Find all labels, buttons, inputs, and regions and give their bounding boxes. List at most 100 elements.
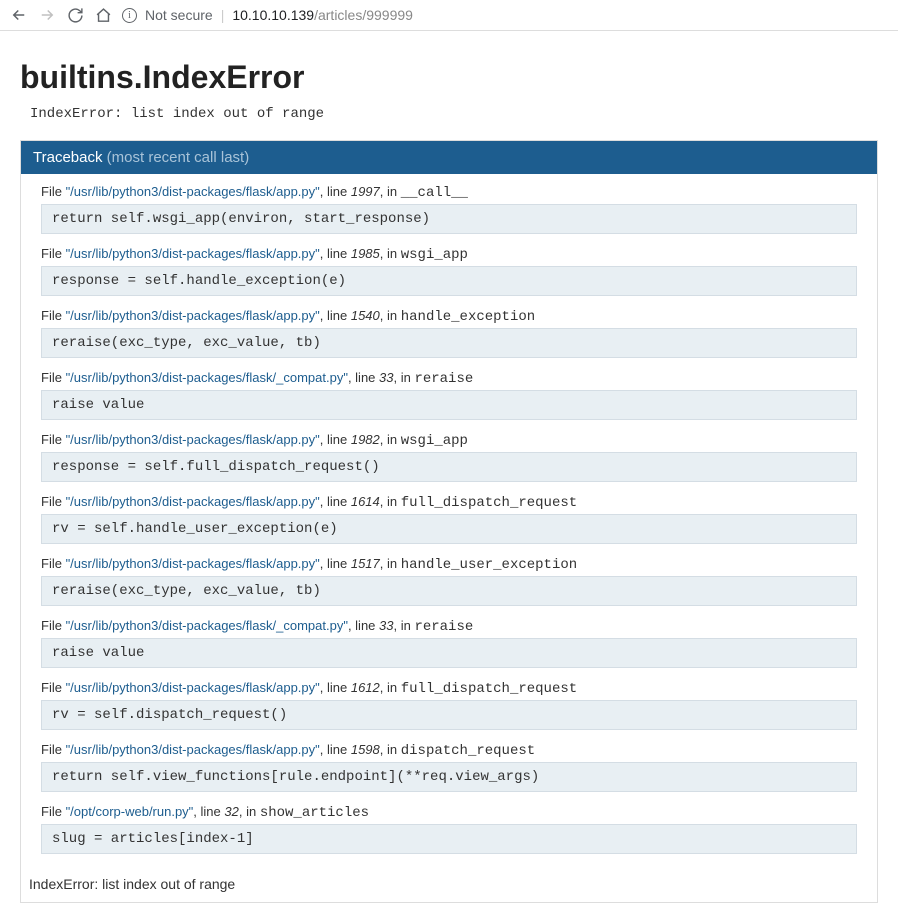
file-label: File xyxy=(41,184,66,199)
file-path: "/usr/lib/python3/dist-packages/flask/ap… xyxy=(66,680,320,695)
traceback-frame[interactable]: File "/usr/lib/python3/dist-packages/fla… xyxy=(41,370,857,420)
file-label: File xyxy=(41,680,66,695)
traceback-frame[interactable]: File "/usr/lib/python3/dist-packages/fla… xyxy=(41,494,857,544)
back-button[interactable] xyxy=(10,6,28,24)
in-label: , in xyxy=(380,680,401,695)
file-label: File xyxy=(41,370,66,385)
traceback-frame[interactable]: File "/usr/lib/python3/dist-packages/fla… xyxy=(41,556,857,606)
file-path: "/usr/lib/python3/dist-packages/flask/ap… xyxy=(66,308,320,323)
line-number: 1997 xyxy=(351,184,380,199)
in-label: , in xyxy=(380,246,401,261)
line-number: 32 xyxy=(224,804,238,819)
file-path: "/usr/lib/python3/dist-packages/flask/ap… xyxy=(66,184,320,199)
in-label: , in xyxy=(393,618,414,633)
file-label: File xyxy=(41,494,66,509)
traceback-frame[interactable]: File "/usr/lib/python3/dist-packages/fla… xyxy=(41,308,857,358)
frame-location: File "/usr/lib/python3/dist-packages/fla… xyxy=(41,184,857,201)
line-label: , line xyxy=(320,246,351,261)
line-number: 33 xyxy=(379,370,393,385)
line-number: 33 xyxy=(379,618,393,633)
in-label: , in xyxy=(239,804,260,819)
line-number: 1612 xyxy=(351,680,380,695)
url-text: 10.10.10.139/articles/999999 xyxy=(232,7,413,23)
line-label: , line xyxy=(320,742,351,757)
file-label: File xyxy=(41,308,66,323)
traceback-frame[interactable]: File "/usr/lib/python3/dist-packages/fla… xyxy=(41,618,857,668)
reload-button[interactable] xyxy=(66,6,84,24)
line-label: , line xyxy=(193,804,224,819)
file-label: File xyxy=(41,556,66,571)
frame-code: reraise(exc_type, exc_value, tb) xyxy=(41,576,857,606)
home-button[interactable] xyxy=(94,6,112,24)
function-name: wsgi_app xyxy=(401,433,468,449)
frame-location: File "/usr/lib/python3/dist-packages/fla… xyxy=(41,742,857,759)
in-label: , in xyxy=(393,370,414,385)
in-label: , in xyxy=(380,432,401,447)
line-label: , line xyxy=(348,370,379,385)
info-icon: i xyxy=(122,8,137,23)
line-number: 1540 xyxy=(351,308,380,323)
function-name: wsgi_app xyxy=(401,247,468,263)
in-label: , in xyxy=(380,742,401,757)
traceback-final-error: IndexError: list index out of range xyxy=(21,866,877,902)
url-path: /articles/999999 xyxy=(314,7,413,23)
page-content: builtins.IndexError IndexError: list ind… xyxy=(0,31,898,923)
line-number: 1614 xyxy=(351,494,380,509)
frame-code: rv = self.handle_user_exception(e) xyxy=(41,514,857,544)
traceback-frames: File "/usr/lib/python3/dist-packages/fla… xyxy=(21,174,877,854)
forward-button[interactable] xyxy=(38,6,56,24)
file-label: File xyxy=(41,432,66,447)
function-name: reraise xyxy=(414,371,473,387)
traceback-header-sub: (most recent call last) xyxy=(107,149,250,166)
function-name: full_dispatch_request xyxy=(401,495,577,511)
traceback-frame[interactable]: File "/usr/lib/python3/dist-packages/fla… xyxy=(41,742,857,792)
frame-location: File "/usr/lib/python3/dist-packages/fla… xyxy=(41,308,857,325)
line-label: , line xyxy=(320,308,351,323)
function-name: handle_user_exception xyxy=(401,557,577,573)
traceback-frame[interactable]: File "/usr/lib/python3/dist-packages/fla… xyxy=(41,246,857,296)
frame-location: File "/usr/lib/python3/dist-packages/fla… xyxy=(41,432,857,449)
not-secure-label: Not secure xyxy=(145,7,213,23)
traceback-frame[interactable]: File "/usr/lib/python3/dist-packages/fla… xyxy=(41,432,857,482)
frame-code: reraise(exc_type, exc_value, tb) xyxy=(41,328,857,358)
traceback-frame[interactable]: File "/opt/corp-web/run.py", line 32, in… xyxy=(41,804,857,854)
traceback-frame[interactable]: File "/usr/lib/python3/dist-packages/fla… xyxy=(41,680,857,730)
file-label: File xyxy=(41,804,66,819)
frame-location: File "/opt/corp-web/run.py", line 32, in… xyxy=(41,804,857,821)
frame-code: raise value xyxy=(41,390,857,420)
traceback-frame[interactable]: File "/usr/lib/python3/dist-packages/fla… xyxy=(41,184,857,234)
address-bar[interactable]: i Not secure | 10.10.10.139/articles/999… xyxy=(122,7,888,23)
in-label: , in xyxy=(380,494,401,509)
error-message: IndexError: list index out of range xyxy=(30,106,878,122)
traceback-header-label: Traceback xyxy=(33,149,102,166)
function-name: full_dispatch_request xyxy=(401,681,577,697)
function-name: __call__ xyxy=(401,185,468,201)
file-label: File xyxy=(41,246,66,261)
frame-code: response = self.handle_exception(e) xyxy=(41,266,857,296)
file-path: "/usr/lib/python3/dist-packages/flask/ap… xyxy=(66,556,320,571)
frame-location: File "/usr/lib/python3/dist-packages/fla… xyxy=(41,556,857,573)
frame-location: File "/usr/lib/python3/dist-packages/fla… xyxy=(41,494,857,511)
line-label: , line xyxy=(348,618,379,633)
frame-code: response = self.full_dispatch_request() xyxy=(41,452,857,482)
line-label: , line xyxy=(320,432,351,447)
frame-code: slug = articles[index-1] xyxy=(41,824,857,854)
function-name: show_articles xyxy=(260,805,369,821)
line-number: 1598 xyxy=(351,742,380,757)
traceback-header: Traceback (most recent call last) xyxy=(21,141,877,174)
error-title: builtins.IndexError xyxy=(20,59,878,96)
file-path: "/opt/corp-web/run.py" xyxy=(66,804,194,819)
frame-location: File "/usr/lib/python3/dist-packages/fla… xyxy=(41,618,857,635)
frame-code: rv = self.dispatch_request() xyxy=(41,700,857,730)
line-label: , line xyxy=(320,680,351,695)
file-label: File xyxy=(41,742,66,757)
file-path: "/usr/lib/python3/dist-packages/flask/_c… xyxy=(66,618,348,633)
frame-code: raise value xyxy=(41,638,857,668)
browser-toolbar: i Not secure | 10.10.10.139/articles/999… xyxy=(0,0,898,31)
function-name: reraise xyxy=(414,619,473,635)
url-host: 10.10.10.139 xyxy=(232,7,314,23)
traceback-panel: Traceback (most recent call last) File "… xyxy=(20,140,878,903)
frame-code: return self.view_functions[rule.endpoint… xyxy=(41,762,857,792)
file-path: "/usr/lib/python3/dist-packages/flask/ap… xyxy=(66,494,320,509)
frame-location: File "/usr/lib/python3/dist-packages/fla… xyxy=(41,680,857,697)
